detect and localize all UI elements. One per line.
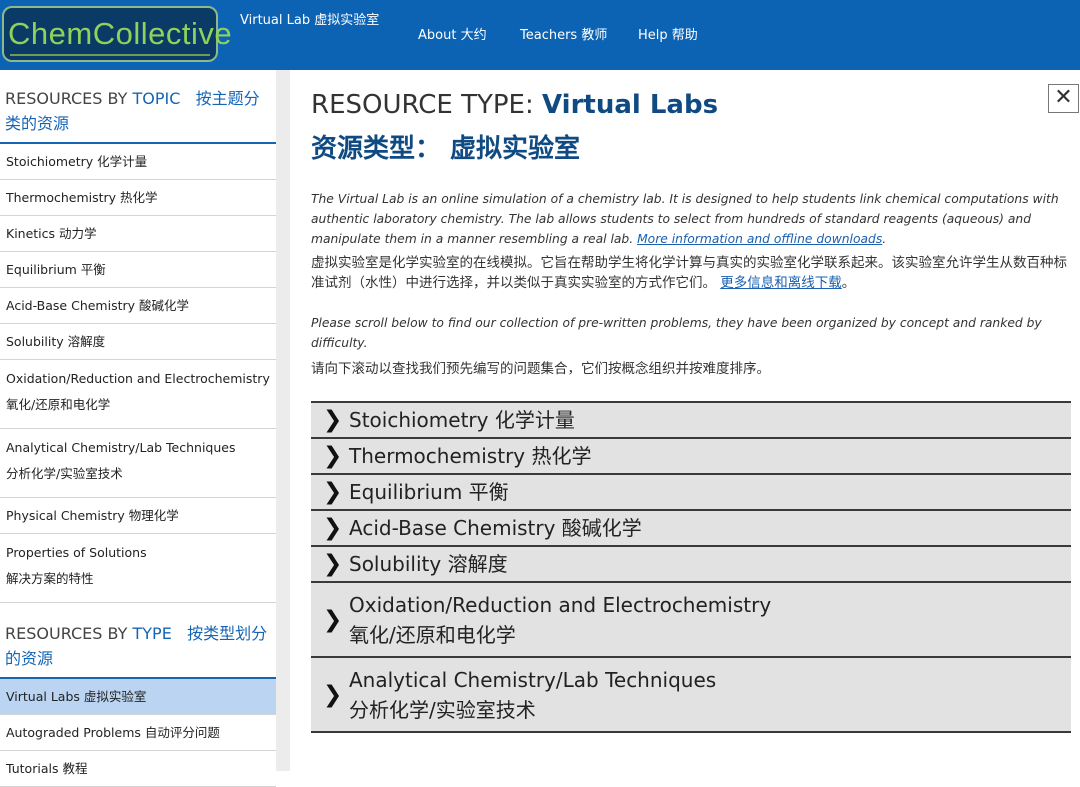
sidebar-divider bbox=[276, 70, 290, 771]
description-en: The Virtual Lab is an online simulation … bbox=[311, 192, 1059, 246]
accordion-label: Stoichiometry 化学计量 bbox=[349, 408, 575, 432]
sidebar-item-label-zh: 解决方案的特性 bbox=[6, 571, 94, 586]
sidebar-item-analytical[interactable]: Analytical Chemistry/Lab Techniques 分析化学… bbox=[0, 429, 276, 498]
page-title-highlight: Virtual Labs bbox=[542, 90, 719, 120]
nav-teachers-link[interactable]: Teachers 教师 bbox=[520, 24, 607, 43]
page-title-zh: 资源类型： 虚拟实验室 bbox=[311, 134, 581, 164]
more-info-link[interactable]: More information and offline downloads bbox=[637, 232, 882, 246]
problem-accordion: ❯ Stoichiometry 化学计量 ❯ Thermochemistry 热… bbox=[311, 401, 1071, 733]
description-block: The Virtual Lab is an online simulation … bbox=[311, 189, 1071, 293]
accordion-label: Oxidation/Reduction and Electrochemistry… bbox=[349, 590, 771, 650]
sidebar-item-solubility[interactable]: Solubility 溶解度 bbox=[0, 324, 276, 360]
sidebar-item-equilibrium[interactable]: Equilibrium 平衡 bbox=[0, 252, 276, 288]
description-zh-text: 虚拟实验室是化学实验室的在线模拟。它旨在帮助学生将化学计算与真实的实验室化学联系… bbox=[311, 255, 1067, 291]
chevron-right-icon: ❯ bbox=[323, 515, 343, 541]
accordion-label-zh: 氧化/还原和电化学 bbox=[349, 622, 516, 647]
sidebar-item-label: Analytical Chemistry/Lab Techniques bbox=[6, 440, 236, 455]
logo-text: ChemCollective bbox=[8, 16, 233, 51]
chemcollective-logo[interactable]: ChemCollective bbox=[2, 6, 232, 62]
type-heading-prefix: RESOURCES BY bbox=[5, 624, 133, 643]
accordion-redox[interactable]: ❯ Oxidation/Reduction and Electrochemist… bbox=[311, 583, 1071, 658]
chevron-right-icon: ❯ bbox=[323, 606, 343, 633]
accordion-label-zh: 分析化学/实验室技术 bbox=[349, 697, 536, 722]
sidebar-item-label-zh: 分析化学/实验室技术 bbox=[6, 466, 123, 481]
sidebar-item-properties-of-solutions[interactable]: Properties of Solutions 解决方案的特性 bbox=[0, 534, 276, 603]
topic-heading-highlight: TOPIC bbox=[132, 89, 181, 108]
main-content: RESOURCE TYPE: Virtual Labs 资源类型： 虚拟实验室 … bbox=[311, 90, 1071, 733]
chevron-right-icon: ❯ bbox=[323, 551, 343, 577]
sidebar-item-redox[interactable]: Oxidation/Reduction and Electrochemistry… bbox=[0, 360, 276, 429]
chevron-right-icon: ❯ bbox=[323, 681, 343, 708]
description-zh-end: 。 bbox=[841, 275, 856, 291]
accordion-stoichiometry[interactable]: ❯ Stoichiometry 化学计量 bbox=[311, 403, 1071, 439]
sidebar-item-virtual-labs[interactable]: Virtual Labs 虚拟实验室 bbox=[0, 679, 276, 715]
sidebar-item-autograded-problems[interactable]: Autograded Problems 自动评分问题 bbox=[0, 715, 276, 751]
type-heading-highlight: TYPE bbox=[132, 624, 172, 643]
sidebar-item-label: Oxidation/Reduction and Electrochemistry bbox=[6, 371, 270, 386]
accordion-label: Acid-Base Chemistry 酸碱化学 bbox=[349, 516, 642, 540]
nav-help-link[interactable]: Help 帮助 bbox=[638, 24, 698, 43]
accordion-label: Analytical Chemistry/Lab Techniques 分析化学… bbox=[349, 665, 716, 725]
site-subtitle[interactable]: Virtual Lab 虚拟实验室 bbox=[240, 9, 379, 28]
accordion-label: Solubility 溶解度 bbox=[349, 552, 508, 576]
accordion-label-en: Oxidation/Reduction and Electrochemistry bbox=[349, 592, 772, 617]
scroll-note-zh: 请向下滚动以查找我们预先编写的问题集合，它们按概念组织并按难度排序。 bbox=[311, 361, 770, 377]
page-title: RESOURCE TYPE: Virtual Labs bbox=[311, 90, 1071, 120]
type-heading: RESOURCES BY TYPE 按类型划分的资源 bbox=[0, 619, 276, 679]
site-header: ChemCollective Virtual Lab 虚拟实验室 About 大… bbox=[0, 0, 1080, 70]
accordion-acid-base[interactable]: ❯ Acid-Base Chemistry 酸碱化学 bbox=[311, 511, 1071, 547]
accordion-label-en: Analytical Chemistry/Lab Techniques bbox=[349, 667, 717, 692]
sidebar-item-stoichiometry[interactable]: Stoichiometry 化学计量 bbox=[0, 144, 276, 180]
sidebar-item-kinetics[interactable]: Kinetics 动力学 bbox=[0, 216, 276, 252]
page-title-prefix: RESOURCE TYPE: bbox=[311, 90, 543, 120]
topic-list: Stoichiometry 化学计量 Thermochemistry 热化学 K… bbox=[0, 144, 276, 603]
more-info-link-zh[interactable]: 更多信息和离线下载 bbox=[720, 275, 842, 291]
sidebar-item-label: Properties of Solutions bbox=[6, 545, 147, 560]
accordion-solubility[interactable]: ❯ Solubility 溶解度 bbox=[311, 547, 1071, 583]
accordion-equilibrium[interactable]: ❯ Equilibrium 平衡 bbox=[311, 475, 1071, 511]
sidebar-item-thermochemistry[interactable]: Thermochemistry 热化学 bbox=[0, 180, 276, 216]
topic-heading-prefix: RESOURCES BY bbox=[5, 89, 133, 108]
sidebar-item-tutorials[interactable]: Tutorials 教程 bbox=[0, 751, 276, 787]
sidebar-item-acid-base[interactable]: Acid-Base Chemistry 酸碱化学 bbox=[0, 288, 276, 324]
chevron-right-icon: ❯ bbox=[323, 479, 343, 505]
sidebar-item-label-zh: 氧化/还原和电化学 bbox=[6, 397, 111, 412]
description-zh: 虚拟实验室是化学实验室的在线模拟。它旨在帮助学生将化学计算与真实的实验室化学联系… bbox=[311, 253, 1071, 293]
accordion-analytical[interactable]: ❯ Analytical Chemistry/Lab Techniques 分析… bbox=[311, 658, 1071, 733]
sidebar: RESOURCES BY TOPIC 按主题分类的资源 Stoichiometr… bbox=[0, 84, 276, 787]
accordion-label: Thermochemistry 热化学 bbox=[349, 444, 592, 468]
chevron-right-icon: ❯ bbox=[323, 407, 343, 433]
chevron-right-icon: ❯ bbox=[323, 443, 343, 469]
sidebar-item-physical-chemistry[interactable]: Physical Chemistry 物理化学 bbox=[0, 498, 276, 534]
logo-underline bbox=[10, 54, 210, 56]
scroll-note: Please scroll below to find our collecti… bbox=[311, 313, 1071, 379]
nav-about-link[interactable]: About 大约 bbox=[418, 24, 487, 43]
accordion-thermochemistry[interactable]: ❯ Thermochemistry 热化学 bbox=[311, 439, 1071, 475]
scroll-note-en: Please scroll below to find our collecti… bbox=[311, 316, 1042, 350]
topic-heading: RESOURCES BY TOPIC 按主题分类的资源 bbox=[0, 84, 276, 144]
accordion-label: Equilibrium 平衡 bbox=[349, 480, 509, 504]
